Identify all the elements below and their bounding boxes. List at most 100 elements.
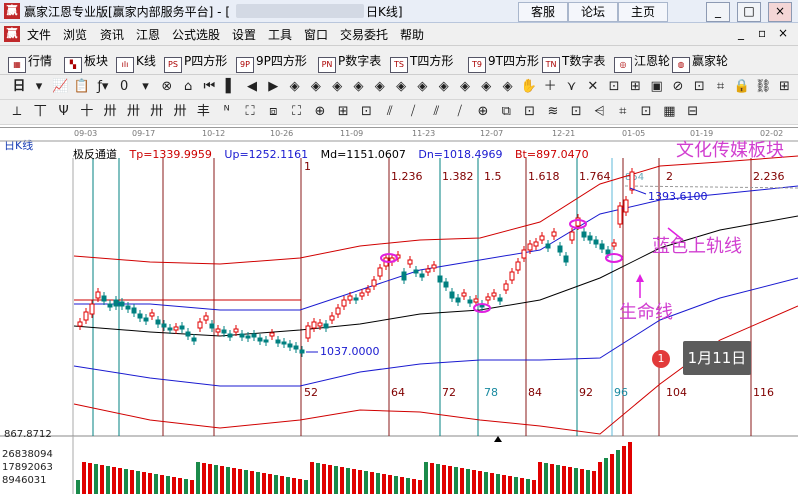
chart-tool-icon[interactable]: 📈 [51,78,69,96]
chart-tool-icon[interactable]: ▶ [264,78,282,96]
chart-tool-icon[interactable]: ⋎ [563,78,581,96]
drawing-tool-icon[interactable]: 十 [78,103,96,121]
toolbar-winner-wheel-button[interactable]: ◍ 赢家轮 [672,52,728,73]
toolbar-pn-button[interactable]: PN P数字表 [318,52,381,73]
drawing-tool-icon[interactable]: ⊟ [684,103,702,121]
toolbar-gann-wheel-button[interactable]: ◎ 江恩轮 [614,52,670,73]
chart-tool-icon[interactable]: ＋ [541,78,559,96]
toolbar-t9-button[interactable]: T9 9T四方形 [468,52,539,73]
chart-tool-icon[interactable]: ✕ [584,78,602,96]
mdi-minimize-button[interactable]: _ [738,26,744,40]
drawing-tool-icon[interactable]: ≋ [544,103,562,121]
homepage-button[interactable]: 主页 [618,2,668,22]
chart-tool-icon[interactable]: ⏮ [200,78,218,96]
drawing-tool-icon[interactable]: 丰 [194,103,212,121]
drawing-tool-icon[interactable]: 丅 [31,103,49,121]
chart-tool-icon[interactable]: ◈ [328,78,346,96]
menu-file[interactable]: 文件 [27,26,51,43]
chart-tool-icon[interactable]: 📋 [73,78,91,96]
toolbar-ts-button[interactable]: TS T四方形 [390,52,453,73]
chart-tool-icon[interactable]: ✋ [520,78,538,96]
chart-tool-icon[interactable]: ◈ [477,78,495,96]
tooltip-marker[interactable]: 1 [652,350,670,368]
drawing-tool-icon[interactable]: ⊕ [311,103,329,121]
drawing-tool-icon[interactable]: ⫽ [427,103,445,121]
drawing-tool-icon[interactable]: ⧈ [264,103,282,121]
chart-tool-icon[interactable]: ⊡ [605,78,623,96]
chart-tool-icon[interactable]: ◈ [350,78,368,96]
drawing-tool-icon[interactable]: ▦ [660,103,678,121]
period-select[interactable]: 日 [10,78,28,96]
chart-tool-icon[interactable]: ⊞ [776,78,794,96]
drawing-tool-icon[interactable]: 卅 [125,103,143,121]
drawing-tool-icon[interactable]: ⫽ [381,103,399,121]
chart-tool-icon[interactable]: ▌ [222,78,240,96]
chart-tool-icon[interactable]: ⊞ [626,78,644,96]
drawing-tool-icon[interactable]: ⊞ [334,103,352,121]
toolbar-9p-button[interactable]: 9P 9P四方形 [236,52,307,73]
chart-tool-icon[interactable]: ◈ [456,78,474,96]
chart-canvas[interactable]: 11.236 1.382 1.5 1.618 1.764 2 2.23685452 64 72 7… [0,128,798,494]
chart-tool-icon[interactable]: ⌂ [179,78,197,96]
drawing-tool-icon[interactable]: ⛶ [288,103,306,121]
drawing-tool-icon[interactable]: ⛶ [241,103,259,121]
chart-tool-icon[interactable]: ⊘ [669,78,687,96]
menu-formula-screen[interactable]: 公式选股 [172,26,220,43]
forum-button[interactable]: 论坛 [568,2,618,22]
drawing-tool-icon[interactable]: 卅 [148,103,166,121]
mdi-close-button[interactable]: × [778,26,788,40]
chart-tool-icon[interactable]: ◈ [435,78,453,96]
chart-tool-icon[interactable]: ƒ▾ [94,78,112,96]
drawing-tool-icon[interactable]: ⧸ [451,103,469,121]
menu-window[interactable]: 窗口 [304,26,328,43]
mdi-restore-button[interactable]: ▫ [758,26,766,40]
chart-tool-icon[interactable]: 🔒 [733,78,751,96]
menu-tools[interactable]: 工具 [268,26,292,43]
minimize-button[interactable]: _ [706,2,730,22]
menu-browse[interactable]: 浏览 [63,26,87,43]
chart-tool-icon[interactable]: ⊗ [158,78,176,96]
chart-tool-icon[interactable]: ◀ [243,78,261,96]
kline-chart-area[interactable]: 09-03 09-17 10-12 10-26 11-09 11-23 12-07 12-21… [0,127,798,494]
chart-tool-icon[interactable]: ⛓ [754,78,772,96]
chart-tool-icon[interactable]: ◈ [371,78,389,96]
drawing-tool-icon[interactable]: 卅 [171,103,189,121]
drawing-tool-icon[interactable]: Ψ [55,103,73,121]
drawing-tool-icon[interactable]: 卅 [101,103,119,121]
close-button[interactable]: × [768,2,792,22]
drawing-tool-icon[interactable]: ⧉ [497,103,515,121]
toolbar-ps-button[interactable]: PS P四方形 [164,52,227,73]
drawing-tool-icon[interactable]: ⊡ [521,103,539,121]
chart-tool-icon[interactable]: ⌗ [712,78,730,96]
toolbar-grid-button[interactable]: ▦ 行情 [8,52,52,73]
menu-trade[interactable]: 交易委托 [340,26,388,43]
toolbar-kline-button[interactable]: ılı K线 [116,52,156,73]
chart-tool-icon[interactable]: ◈ [499,78,517,96]
drawing-tool-icon[interactable]: ᴺ [218,103,236,121]
maximize-button[interactable]: □ [737,2,761,22]
toolbar-blocks-button[interactable]: ▚ 板块 [64,52,108,73]
drawing-tool-icon[interactable]: ⊡ [567,103,585,121]
drawing-tool-icon[interactable]: ⌗ [614,103,632,121]
drawing-tool-icon[interactable]: ⟂ [8,103,26,121]
menu-settings[interactable]: 设置 [232,26,256,43]
drawing-tool-icon[interactable]: ⩤ [591,103,609,121]
menu-gann[interactable]: 江恩 [136,26,160,43]
drawing-tool-icon[interactable]: ⊕ [474,103,492,121]
menu-news[interactable]: 资讯 [100,26,124,43]
chart-tool-icon[interactable]: ▾ [137,78,155,96]
chart-tool-icon[interactable]: 0 [115,78,133,96]
drawing-tool-icon[interactable]: ⊡ [358,103,376,121]
drawing-tool-icon[interactable]: ⧸ [404,103,422,121]
chart-tool-icon[interactable]: ⊡ [690,78,708,96]
chart-tool-icon[interactable]: ▾ [30,78,48,96]
chart-tool-icon[interactable]: ◈ [307,78,325,96]
chart-tool-icon[interactable]: ◈ [392,78,410,96]
chart-tool-icon[interactable]: ▣ [648,78,666,96]
drawing-tool-icon[interactable]: ⊡ [637,103,655,121]
menu-help[interactable]: 帮助 [400,26,424,43]
support-button[interactable]: 客服 [518,2,568,22]
toolbar-tn-button[interactable]: TN T数字表 [542,52,605,73]
chart-tool-icon[interactable]: ◈ [413,78,431,96]
chart-tool-icon[interactable]: ◈ [286,78,304,96]
